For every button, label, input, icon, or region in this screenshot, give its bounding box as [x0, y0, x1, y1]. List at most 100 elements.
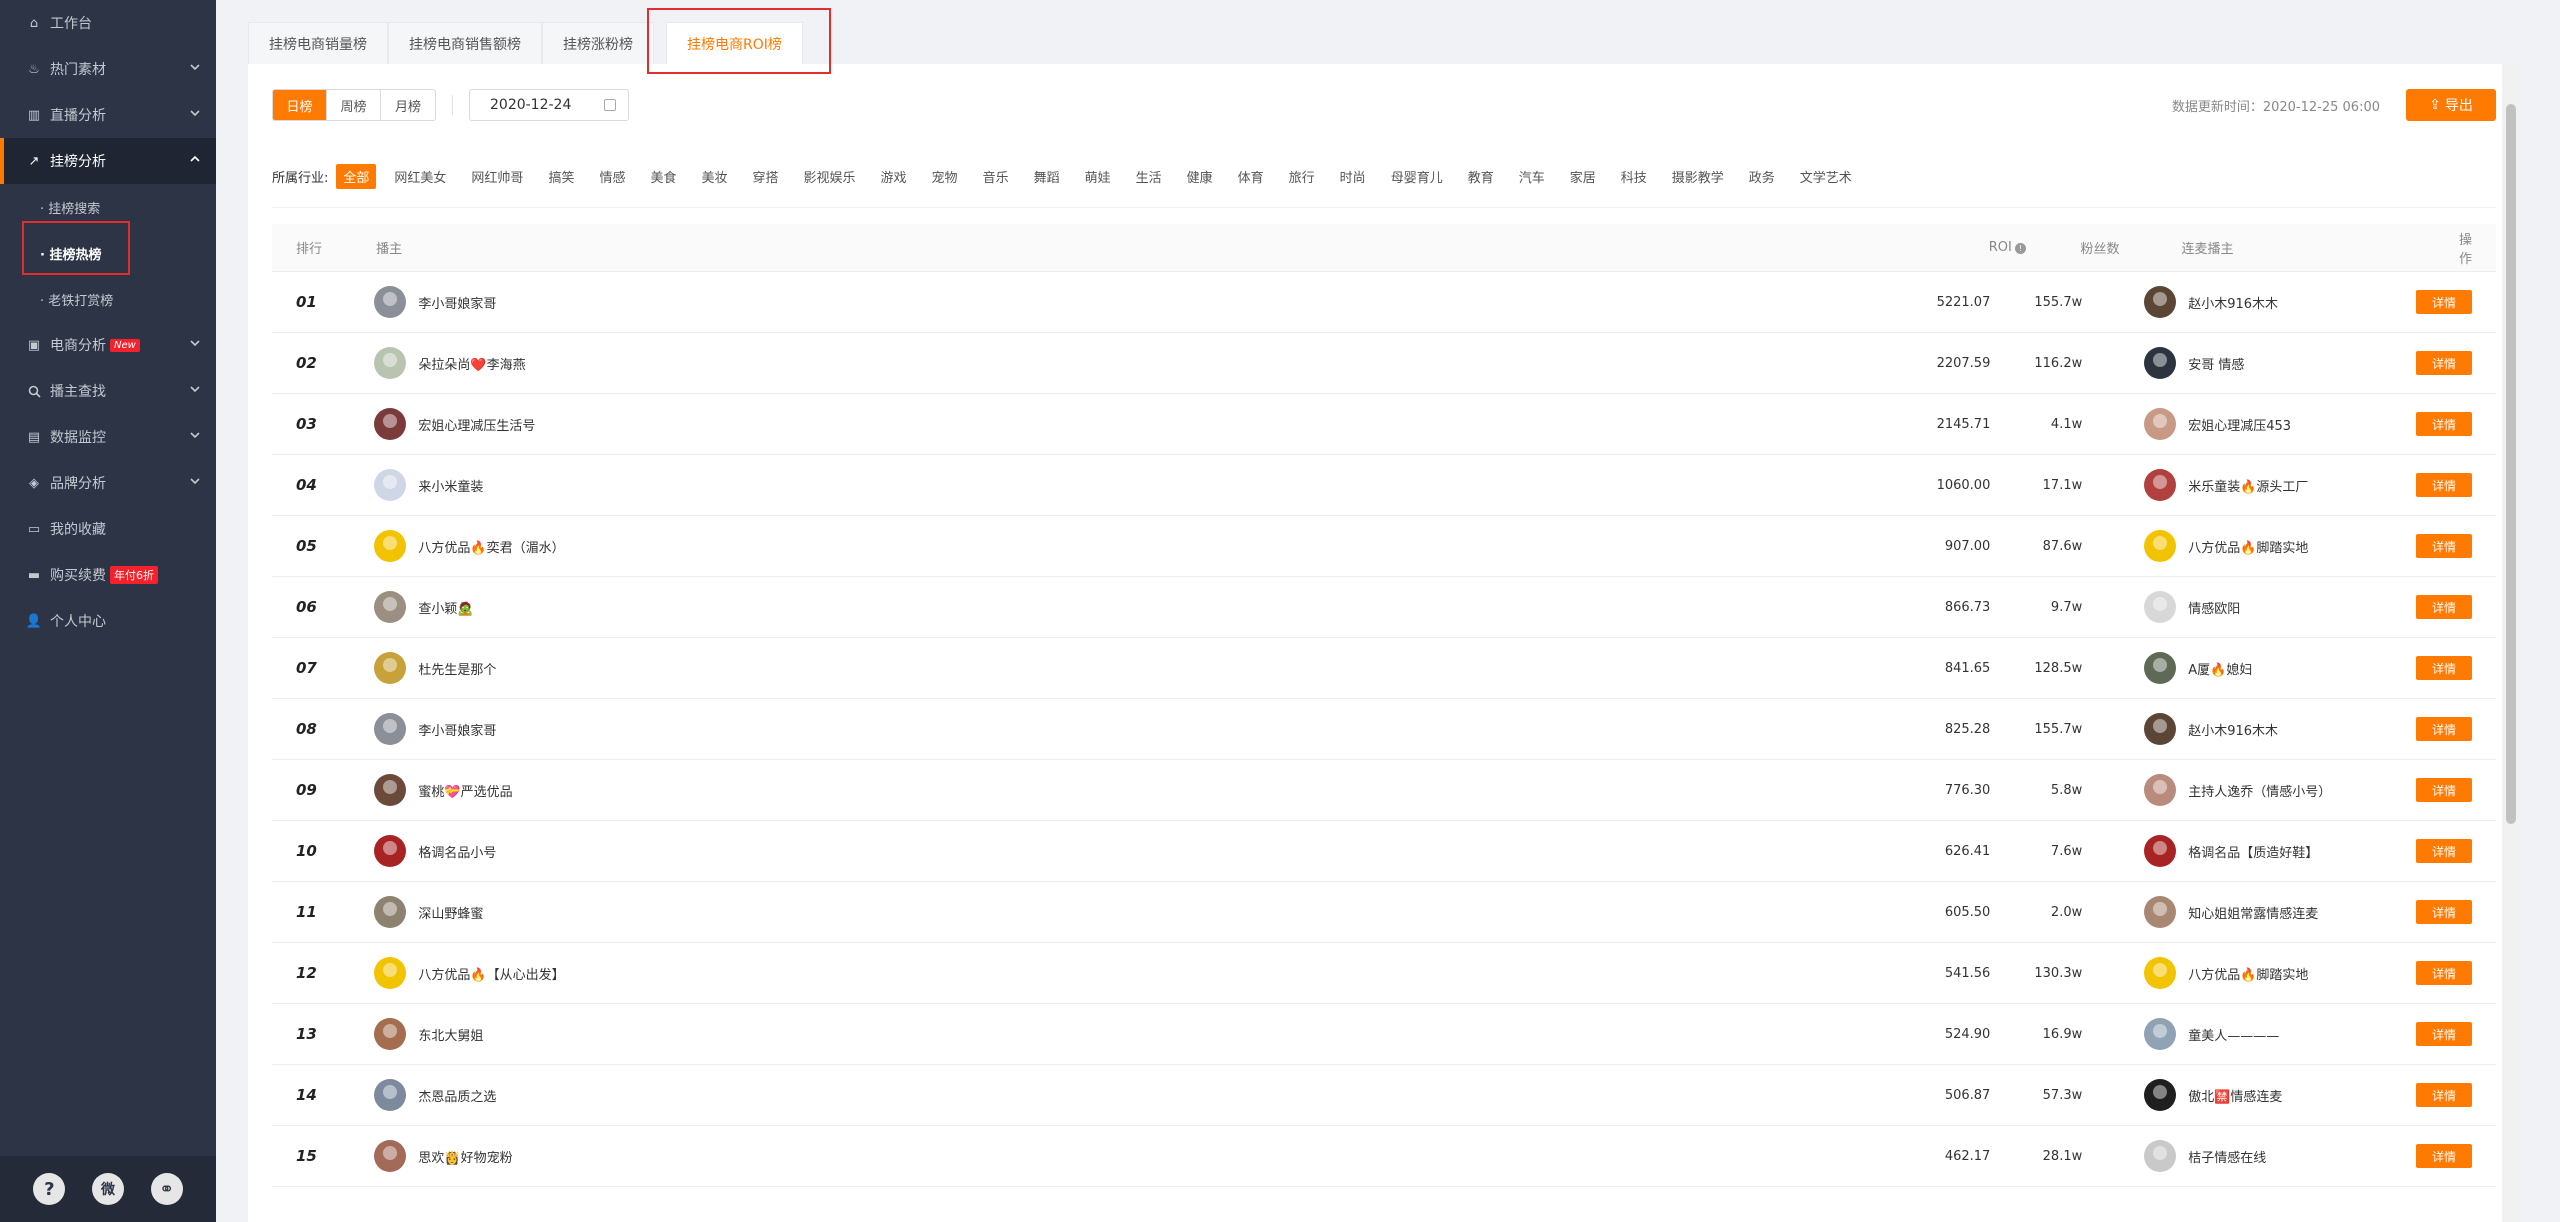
category-item[interactable]: 穿搭 — [746, 164, 786, 189]
avatar[interactable] — [2144, 408, 2177, 440]
category-item[interactable]: 全部 — [336, 164, 377, 189]
avatar[interactable] — [2144, 835, 2177, 867]
category-item[interactable]: 时尚 — [1333, 164, 1373, 189]
avatar[interactable] — [374, 652, 407, 684]
anchor-name[interactable]: 八方优品🔥【从心出发】 — [418, 964, 564, 983]
avatar[interactable] — [2144, 957, 2177, 989]
category-item[interactable]: 情感 — [592, 164, 632, 189]
tab-sales-volume[interactable]: 挂榜电商销量榜 — [248, 22, 388, 64]
anchor-name[interactable]: 杰恩品质之选 — [418, 1086, 496, 1105]
sidebar-item-live-analysis[interactable]: ▥ 直播分析 — [0, 92, 216, 138]
wechat-icon[interactable]: 微 — [91, 1173, 124, 1205]
avatar[interactable] — [374, 774, 407, 806]
category-item[interactable]: 网红帅哥 — [464, 164, 530, 189]
scrollbar[interactable] — [2502, 64, 2520, 1222]
detail-button[interactable]: 详情 — [2415, 351, 2472, 375]
avatar[interactable] — [2144, 713, 2177, 745]
category-item[interactable]: 旅行 — [1282, 164, 1322, 189]
partner-name[interactable]: 情感欧阳 — [2188, 598, 2240, 617]
avatar[interactable] — [374, 469, 407, 501]
period-day-button[interactable]: 日榜 — [273, 90, 327, 120]
partner-name[interactable]: 安哥 情感 — [2188, 354, 2244, 373]
avatar[interactable] — [2144, 774, 2177, 806]
avatar[interactable] — [374, 286, 407, 318]
partner-name[interactable]: 桔子情感在线 — [2188, 1147, 2266, 1166]
avatar[interactable] — [374, 835, 407, 867]
avatar[interactable] — [374, 347, 407, 379]
sidebar-item-workbench[interactable]: ⌂ 工作台 — [0, 0, 216, 46]
category-item[interactable]: 体育 — [1231, 164, 1271, 189]
sidebar-item-rank-analysis[interactable]: ↗ 挂榜分析 — [0, 138, 216, 184]
tab-fans-growth[interactable]: 挂榜涨粉榜 — [542, 22, 654, 64]
partner-name[interactable]: 主持人逸乔（情感小号） — [2188, 781, 2331, 800]
detail-button[interactable]: 详情 — [2415, 961, 2472, 985]
anchor-name[interactable]: 宏姐心理减压生活号 — [418, 415, 535, 434]
avatar[interactable] — [2144, 1079, 2177, 1111]
help-icon[interactable]: ? — [33, 1173, 66, 1205]
category-item[interactable]: 舞蹈 — [1027, 164, 1067, 189]
category-item[interactable]: 家居 — [1563, 164, 1603, 189]
category-item[interactable]: 生活 — [1129, 164, 1169, 189]
category-item[interactable]: 政务 — [1742, 164, 1782, 189]
category-item[interactable]: 教育 — [1461, 164, 1501, 189]
sidebar-item-ecommerce-analysis[interactable]: ▣ 电商分析 New — [0, 322, 216, 368]
detail-button[interactable]: 详情 — [2415, 839, 2472, 863]
anchor-name[interactable]: 李小哥娘家哥 — [418, 293, 496, 312]
category-item[interactable]: 摄影教学 — [1665, 164, 1731, 189]
avatar[interactable] — [2144, 591, 2177, 623]
partner-name[interactable]: 米乐童装🔥源头工厂 — [2188, 476, 2308, 495]
category-item[interactable]: 宠物 — [925, 164, 965, 189]
export-button[interactable]: ⇪ 导出 — [2406, 89, 2496, 121]
detail-button[interactable]: 详情 — [2415, 900, 2472, 924]
avatar[interactable] — [374, 591, 407, 623]
category-item[interactable]: 搞笑 — [541, 164, 581, 189]
anchor-name[interactable]: 李小哥娘家哥 — [418, 720, 496, 739]
partner-name[interactable]: 八方优品🔥脚踏实地 — [2188, 964, 2308, 983]
category-item[interactable]: 影视娱乐 — [797, 164, 863, 189]
detail-button[interactable]: 详情 — [2415, 473, 2472, 497]
partner-name[interactable]: 傲北🈲情感连麦 — [2188, 1086, 2282, 1105]
avatar[interactable] — [2144, 652, 2177, 684]
detail-button[interactable]: 详情 — [2415, 290, 2472, 314]
detail-button[interactable]: 详情 — [2415, 1083, 2472, 1107]
category-item[interactable]: 网红美女 — [387, 164, 453, 189]
avatar[interactable] — [374, 957, 407, 989]
avatar[interactable] — [374, 530, 407, 562]
anchor-name[interactable]: 来小米童装 — [418, 476, 483, 495]
tab-roi[interactable]: 挂榜电商ROI榜 — [666, 22, 803, 64]
anchor-name[interactable]: 格调名品小号 — [418, 842, 496, 861]
detail-button[interactable]: 详情 — [2415, 534, 2472, 558]
detail-button[interactable]: 详情 — [2415, 412, 2472, 436]
sidebar-item-brand-analysis[interactable]: ◈ 品牌分析 — [0, 460, 216, 506]
partner-name[interactable]: 宏姐心理减压453 — [2188, 415, 2291, 434]
avatar[interactable] — [2144, 469, 2177, 501]
category-item[interactable]: 科技 — [1614, 164, 1654, 189]
anchor-name[interactable]: 思欢👸好物宠粉 — [418, 1147, 512, 1166]
partner-name[interactable]: 童美人———— — [2188, 1025, 2279, 1044]
partner-name[interactable]: A厦🔥媳妇 — [2188, 659, 2252, 678]
detail-button[interactable]: 详情 — [2415, 595, 2472, 619]
avatar[interactable] — [374, 408, 407, 440]
detail-button[interactable]: 详情 — [2415, 656, 2472, 680]
sidebar-item-favorites[interactable]: ▭ 我的收藏 — [0, 506, 216, 552]
anchor-name[interactable]: 朵拉朵尚❤️李海燕 — [418, 354, 525, 373]
category-item[interactable]: 文学艺术 — [1793, 164, 1859, 189]
avatar[interactable] — [374, 1079, 407, 1111]
avatar[interactable] — [2144, 1140, 2177, 1172]
anchor-name[interactable]: 东北大舅姐 — [418, 1025, 483, 1044]
detail-button[interactable]: 详情 — [2415, 717, 2472, 741]
period-week-button[interactable]: 周榜 — [327, 90, 381, 120]
partner-name[interactable]: 赵小木916木木 — [2188, 720, 2278, 739]
category-item[interactable]: 萌娃 — [1078, 164, 1118, 189]
detail-button[interactable]: 详情 — [2415, 1144, 2472, 1168]
partner-name[interactable]: 赵小木916木木 — [2188, 293, 2278, 312]
sidebar-subitem-rank-hot[interactable]: · 挂榜热榜 — [0, 230, 216, 276]
category-item[interactable]: 音乐 — [976, 164, 1016, 189]
detail-button[interactable]: 详情 — [2415, 1022, 2472, 1046]
sidebar-subitem-tip-rank[interactable]: · 老铁打赏榜 — [0, 276, 216, 322]
sidebar-item-anchor-search[interactable]: 播主查找 — [0, 368, 216, 414]
avatar[interactable] — [374, 713, 407, 745]
partner-name[interactable]: 八方优品🔥脚踏实地 — [2188, 537, 2308, 556]
anchor-name[interactable]: 八方优品🔥奕君（湄水） — [418, 537, 564, 556]
avatar[interactable] — [2144, 347, 2177, 379]
